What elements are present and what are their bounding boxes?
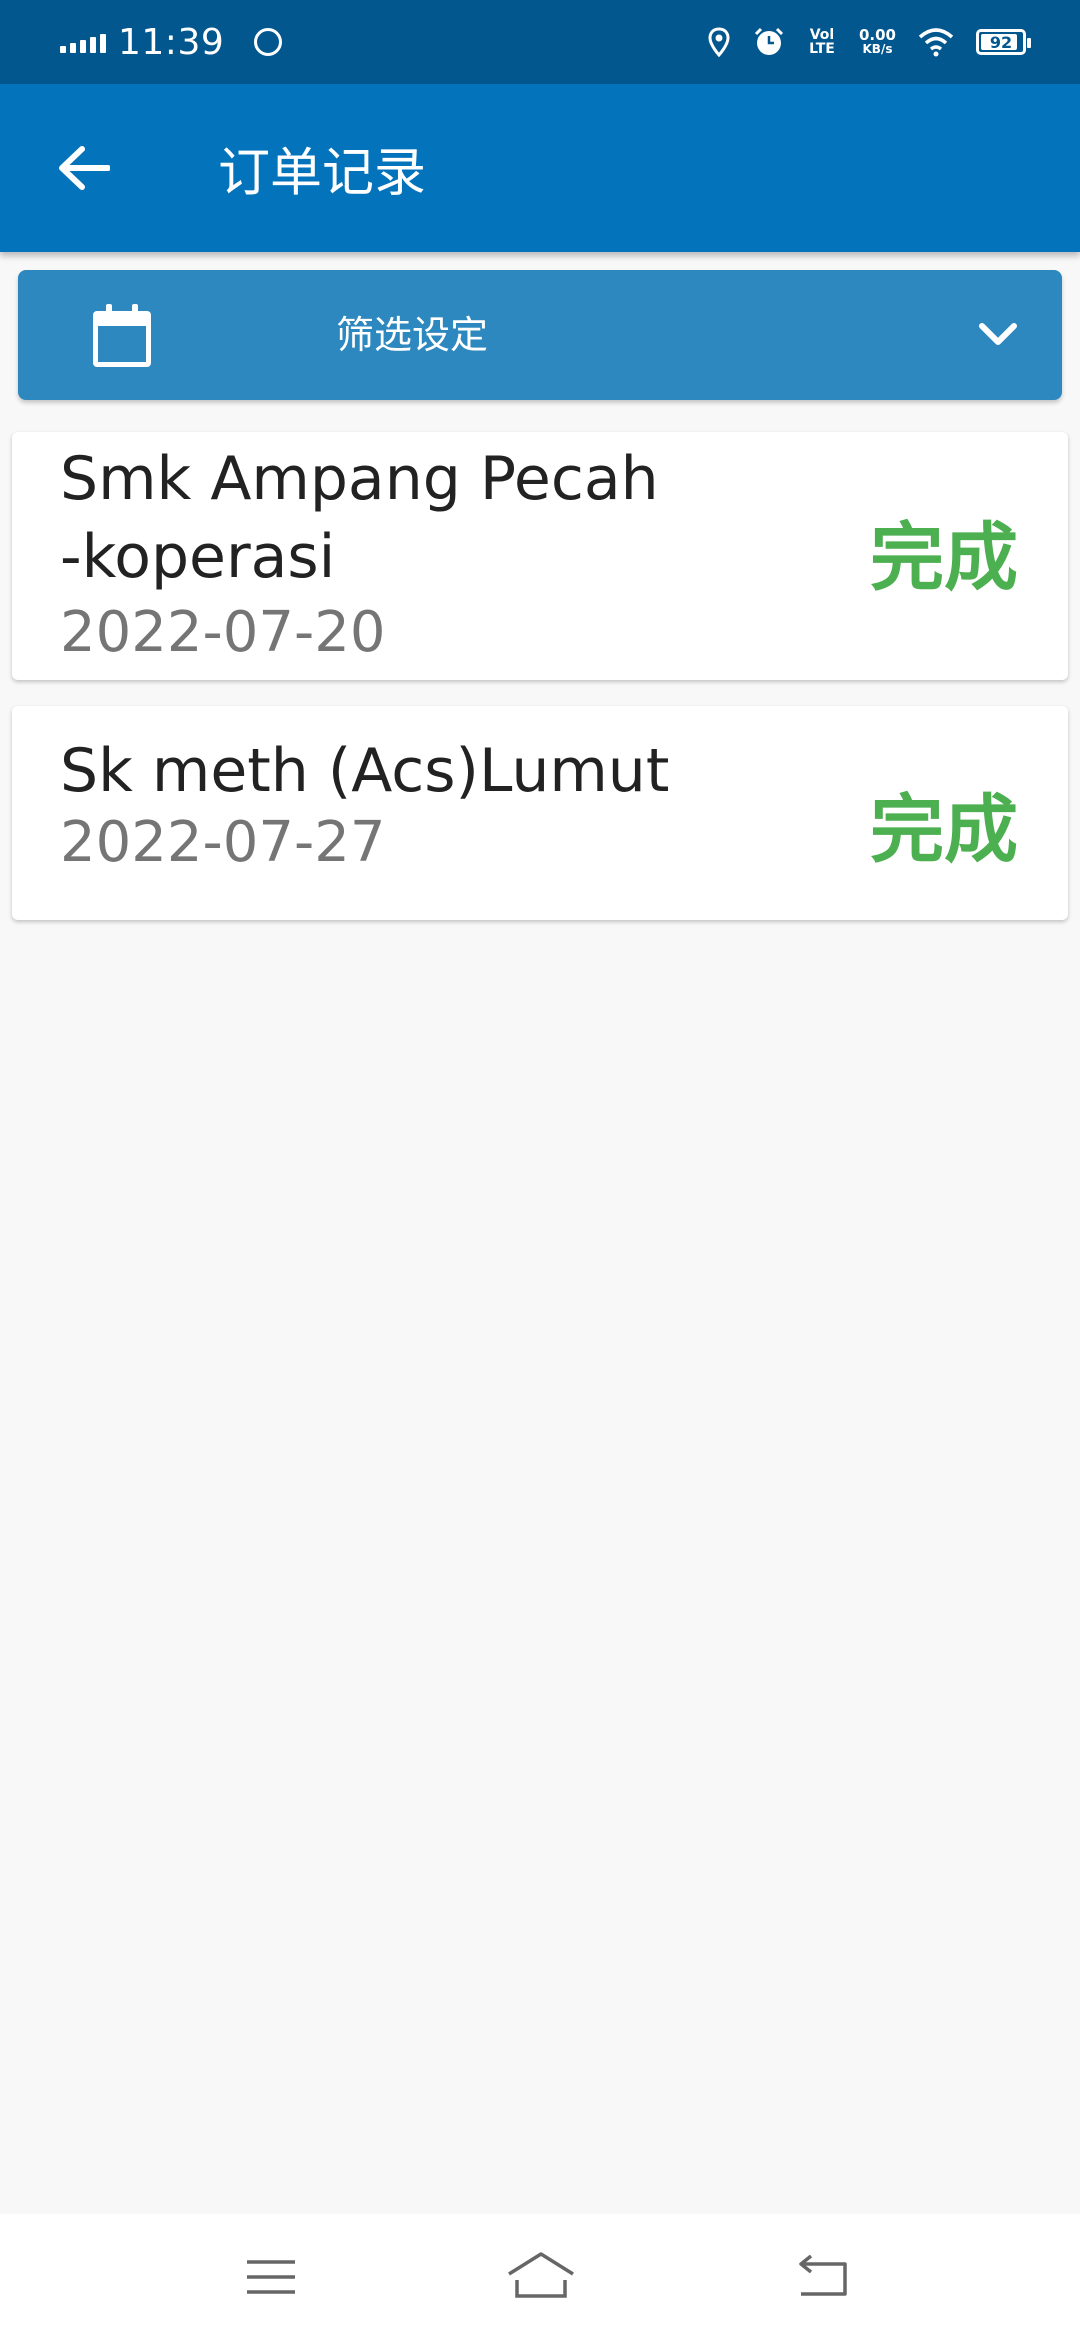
- battery-icon: 92: [976, 29, 1031, 55]
- order-card[interactable]: Sk meth (Acs)Lumut 2022-07-27 完成: [12, 706, 1068, 920]
- location-icon: [707, 27, 731, 57]
- order-name-line1: Smk Ampang Pecah: [60, 444, 659, 514]
- arrow-left-icon: [59, 146, 110, 190]
- volte-indicator: Vol LTE: [809, 27, 835, 57]
- chevron-down-icon[interactable]: [976, 312, 1020, 356]
- page-title: 订单记录: [218, 143, 427, 204]
- order-status: 完成: [870, 515, 1018, 601]
- order-date: 2022-07-20: [60, 600, 386, 665]
- back-button[interactable]: [54, 138, 114, 198]
- status-time: 11:39: [118, 21, 225, 63]
- speed-unit: KB/s: [862, 42, 893, 56]
- signal-icon: [60, 31, 106, 53]
- filter-settings-bar[interactable]: 筛选设定: [18, 270, 1062, 400]
- status-bar: 11:39 Vol LTE 0.00 KB/s 92: [0, 0, 1080, 84]
- filter-label: 筛选设定: [336, 313, 489, 357]
- menu-icon[interactable]: [241, 2250, 301, 2304]
- calendar-icon: [93, 304, 151, 367]
- speed-value: 0.00: [858, 26, 896, 44]
- app-bar: 订单记录: [0, 84, 1080, 252]
- order-status: 完成: [870, 787, 1018, 873]
- network-speed: 0.00 KB/s: [858, 26, 896, 57]
- whatsapp-icon: [254, 28, 283, 56]
- battery-level: 92: [989, 32, 1013, 52]
- order-date: 2022-07-27: [60, 810, 386, 875]
- order-card[interactable]: Smk Ampang Pecah -koperasi 2022-07-20 完成: [12, 432, 1068, 680]
- system-nav-bar: [0, 2214, 1080, 2340]
- order-name: Sk meth (Acs)Lumut: [60, 736, 670, 806]
- wifi-icon: [918, 27, 954, 57]
- alarm-icon: [753, 26, 785, 58]
- back-nav-icon[interactable]: [793, 2250, 853, 2304]
- order-name-line2: -koperasi: [60, 522, 336, 592]
- home-icon[interactable]: [505, 2250, 577, 2304]
